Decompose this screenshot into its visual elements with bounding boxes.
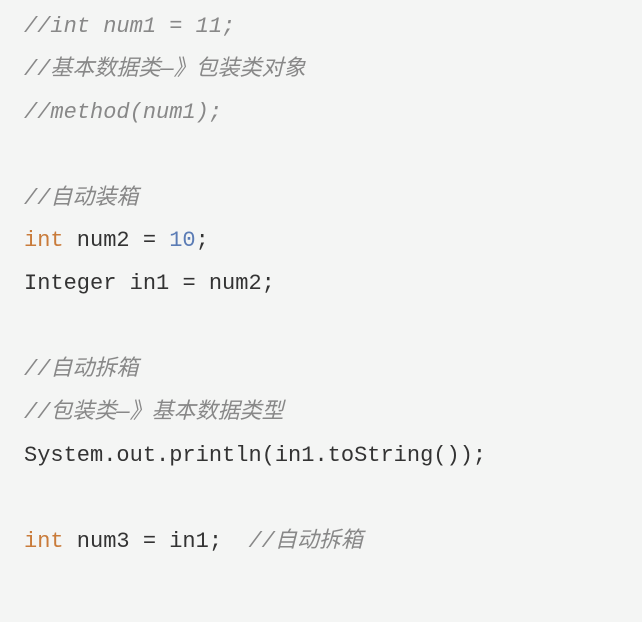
- token-identifier: num2: [209, 271, 262, 296]
- comment-text: //包装类—》基本数据类型: [24, 400, 284, 425]
- code-line-5: int num2 = 10;: [24, 220, 642, 263]
- code-line-11: [24, 478, 642, 521]
- token-punct: .: [156, 443, 169, 468]
- token-method: toString: [328, 443, 434, 468]
- token-punct: (: [262, 443, 275, 468]
- code-block: //int num1 = 11; //基本数据类—》包装类对象 //method(n…: [24, 6, 642, 564]
- comment-text: //基本数据类—》包装类对象: [24, 57, 306, 82]
- token-identifier: Integer in1: [24, 271, 182, 296]
- token-punct: .: [103, 443, 116, 468]
- token-identifier: in1: [275, 443, 315, 468]
- token-identifier: num2: [64, 228, 143, 253]
- code-line-8: //自动拆箱: [24, 349, 642, 392]
- token-punct: =: [182, 271, 208, 296]
- code-line-12: int num3 = in1; //自动拆箱: [24, 521, 642, 564]
- token-identifier: num3: [64, 529, 143, 554]
- token-method: println: [169, 443, 261, 468]
- code-line-0: //int num1 = 11;: [24, 6, 642, 49]
- token-punct: ;: [262, 271, 275, 296]
- comment-text: //自动拆箱: [24, 357, 138, 382]
- code-line-3: [24, 135, 642, 178]
- token-punct: ;: [209, 529, 249, 554]
- token-punct: ());: [433, 443, 486, 468]
- token-punct: =: [143, 529, 169, 554]
- code-line-9: //包装类—》基本数据类型: [24, 392, 642, 435]
- token-punct: =: [143, 228, 169, 253]
- code-line-7: [24, 306, 642, 349]
- code-line-1: //基本数据类—》包装类对象: [24, 49, 642, 92]
- token-keyword: int: [24, 228, 64, 253]
- token-comment: //自动拆箱: [248, 529, 362, 554]
- comment-text: //int num1 = 11;: [24, 14, 235, 39]
- comment-text: //自动装箱: [24, 186, 138, 211]
- token-keyword: int: [24, 529, 64, 554]
- token-identifier: System: [24, 443, 103, 468]
- token-punct: ;: [196, 228, 209, 253]
- code-line-4: //自动装箱: [24, 178, 642, 221]
- token-number: 10: [169, 228, 195, 253]
- comment-text: //method(num1);: [24, 100, 222, 125]
- code-line-2: //method(num1);: [24, 92, 642, 135]
- code-line-6: Integer in1 = num2;: [24, 263, 642, 306]
- token-identifier: out: [116, 443, 156, 468]
- token-identifier: in1: [169, 529, 209, 554]
- token-punct: .: [314, 443, 327, 468]
- code-line-10: System.out.println(in1.toString());: [24, 435, 642, 478]
